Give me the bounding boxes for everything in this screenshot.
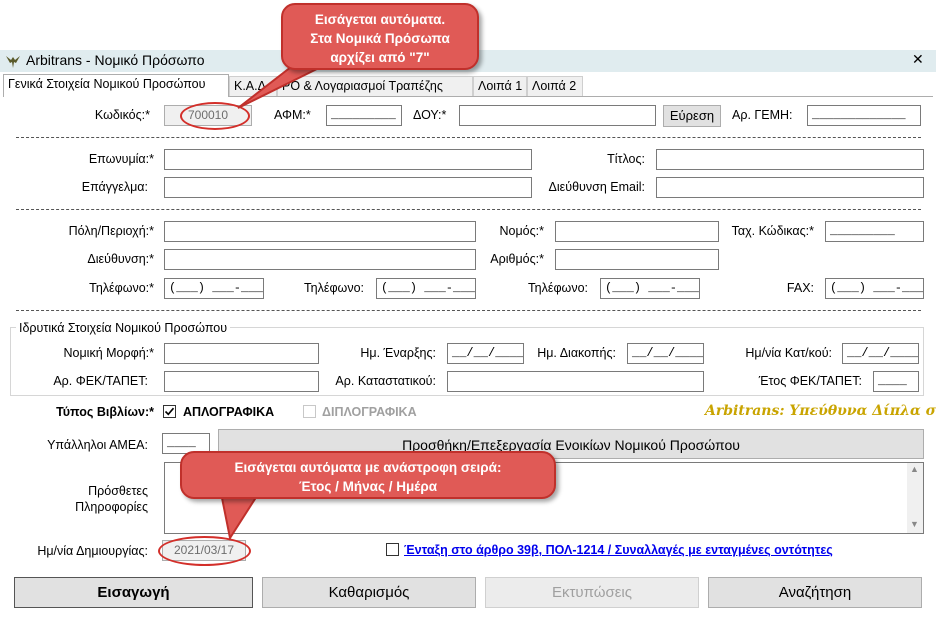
bottom-callout-line2: Έτος / Μήνας / Ημέρα (298, 479, 437, 494)
top-callout-line1: Εισάγεται αυτόματα. (314, 12, 446, 27)
bottom-callout-line1: Εισάγεται αυτόματα με ανάστροφη σειρά: (234, 460, 502, 475)
top-callout-line2: Στα Νομικά Πρόσωπα (310, 31, 450, 46)
callout-pointers (218, 59, 336, 541)
bottom-callout: Εισάγεται αυτόματα με ανάστροφη σειρά: Έ… (180, 451, 556, 499)
top-callout: Εισάγεται αυτόματα. Στα Νομικά Πρόσωπα α… (281, 3, 479, 70)
top-callout-line3: αρχίζει από "7" (330, 50, 430, 65)
